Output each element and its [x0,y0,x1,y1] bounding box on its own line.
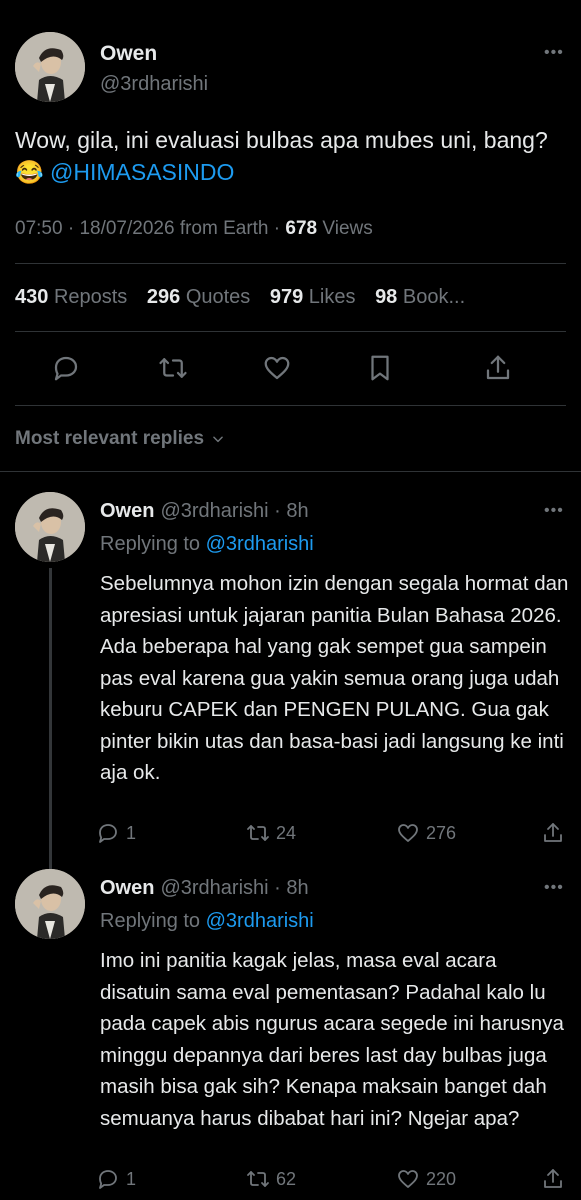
tweet-actions [0,350,581,386]
more-options-icon[interactable]: ••• [544,503,564,519]
reply-text: Sebelumnya mohon izin dengan segala horm… [100,572,569,784]
separator: · [67,218,75,239]
sort-label: Most relevant replies [15,428,205,449]
separator: · [274,500,281,522]
share-button[interactable] [541,818,565,848]
separator: · [274,877,281,899]
avatar-photo [15,32,85,102]
reply-tweet[interactable]: Owen @3rdharishi · 8h ••• Replying to @3r… [0,869,581,1200]
like-icon[interactable] [259,350,295,386]
reply-icon[interactable] [48,350,84,386]
author-name[interactable]: Owen [100,500,154,522]
replying-to: Replying to @3rdharishi [100,910,314,933]
reply-header: Owen @3rdharishi · 8h [100,500,309,523]
share-button[interactable] [541,1164,565,1194]
reply-actions: 1 62 220 [96,1164,571,1194]
repost-icon [247,1171,269,1187]
repost-button[interactable]: 62 [246,1164,296,1194]
author-handle[interactable]: @3rdharishi [100,73,208,96]
author-handle[interactable]: @3rdharishi [160,500,268,522]
tweet-date[interactable]: 18/07/2026 [79,218,174,239]
tweet-body: Wow, gila, ini evaluasi bulbas apa mubes… [15,127,548,153]
author-handle[interactable]: @3rdharishi [160,877,268,899]
share-icon [544,1169,562,1188]
share-icon [544,823,562,842]
divider [15,405,566,406]
reply-count: 1 [126,1168,137,1189]
like-count: 220 [426,1168,457,1189]
divider [15,331,566,332]
reply-icon [99,824,117,843]
tweet-text: Wow, gila, ini evaluasi bulbas apa mubes… [15,124,565,188]
like-icon [398,1170,418,1188]
avatar-photo [15,869,85,939]
tweet-time[interactable]: 07:50 [15,218,63,239]
reposts-stat[interactable]: 430 Reposts [15,286,127,308]
avatar[interactable] [15,32,85,102]
replying-to-link[interactable]: @3rdharishi [206,533,314,555]
replies-sort-dropdown[interactable]: Most relevant replies [15,428,225,450]
chevron-down-icon [213,436,224,443]
bookmark-icon[interactable] [362,350,398,386]
reply-text: Imo ini panitia kagak jelas, masa eval a… [100,949,564,1130]
avatar-photo [15,492,85,562]
reply-time[interactable]: 8h [286,877,308,899]
views-label: Views [322,218,373,239]
divider [0,471,581,472]
reply-actions: 1 24 276 [96,818,571,848]
replying-to-link[interactable]: @3rdharishi [206,910,314,932]
separator: · [273,218,281,239]
thread-line [49,568,52,870]
repost-icon[interactable] [155,350,191,386]
reply-time[interactable]: 8h [286,500,308,522]
mention-link[interactable]: @HIMASASINDO [50,159,234,185]
reply-icon [99,1170,117,1189]
avatar[interactable] [15,869,85,939]
replying-prefix: Replying to [100,533,201,555]
divider [15,263,566,264]
like-button[interactable]: 220 [396,1164,456,1194]
reply-header: Owen @3rdharishi · 8h [100,877,309,900]
like-button[interactable]: 276 [396,818,456,848]
author-name[interactable]: Owen [100,877,154,899]
repost-count: 62 [276,1168,297,1189]
views-count: 678 [285,218,318,239]
repost-icon [247,825,269,841]
tweet-meta: 07:50 · 18/07/2026 from Earth · 678 View… [15,218,373,240]
replying-prefix: Replying to [100,910,201,932]
avatar[interactable] [15,492,85,562]
reply-button[interactable]: 1 [96,818,136,848]
author-name[interactable]: Owen [100,42,157,66]
likes-stat[interactable]: 979 Likes [270,286,356,308]
like-icon [398,824,418,842]
reply-button[interactable]: 1 [96,1164,136,1194]
repost-count: 24 [276,822,297,843]
reply-tweet[interactable]: Owen @3rdharishi · 8h ••• Replying to @3r… [0,492,581,870]
more-options-icon[interactable]: ••• [544,880,564,896]
reply-count: 1 [126,822,137,843]
more-options-icon[interactable]: ••• [544,45,564,61]
laughing-emoji-icon: 😂 [15,159,44,185]
repost-button[interactable]: 24 [246,818,296,848]
like-count: 276 [426,822,457,843]
engagement-stats: 430 Reposts 296 Quotes 979 Likes 98 Book… [15,286,479,309]
tweet-source: from Earth [179,218,269,239]
quotes-stat[interactable]: 296 Quotes [147,286,250,308]
replying-to: Replying to @3rdharishi [100,533,314,556]
share-icon[interactable] [480,350,516,386]
bookmarks-stat[interactable]: 98 Book... [375,286,465,308]
